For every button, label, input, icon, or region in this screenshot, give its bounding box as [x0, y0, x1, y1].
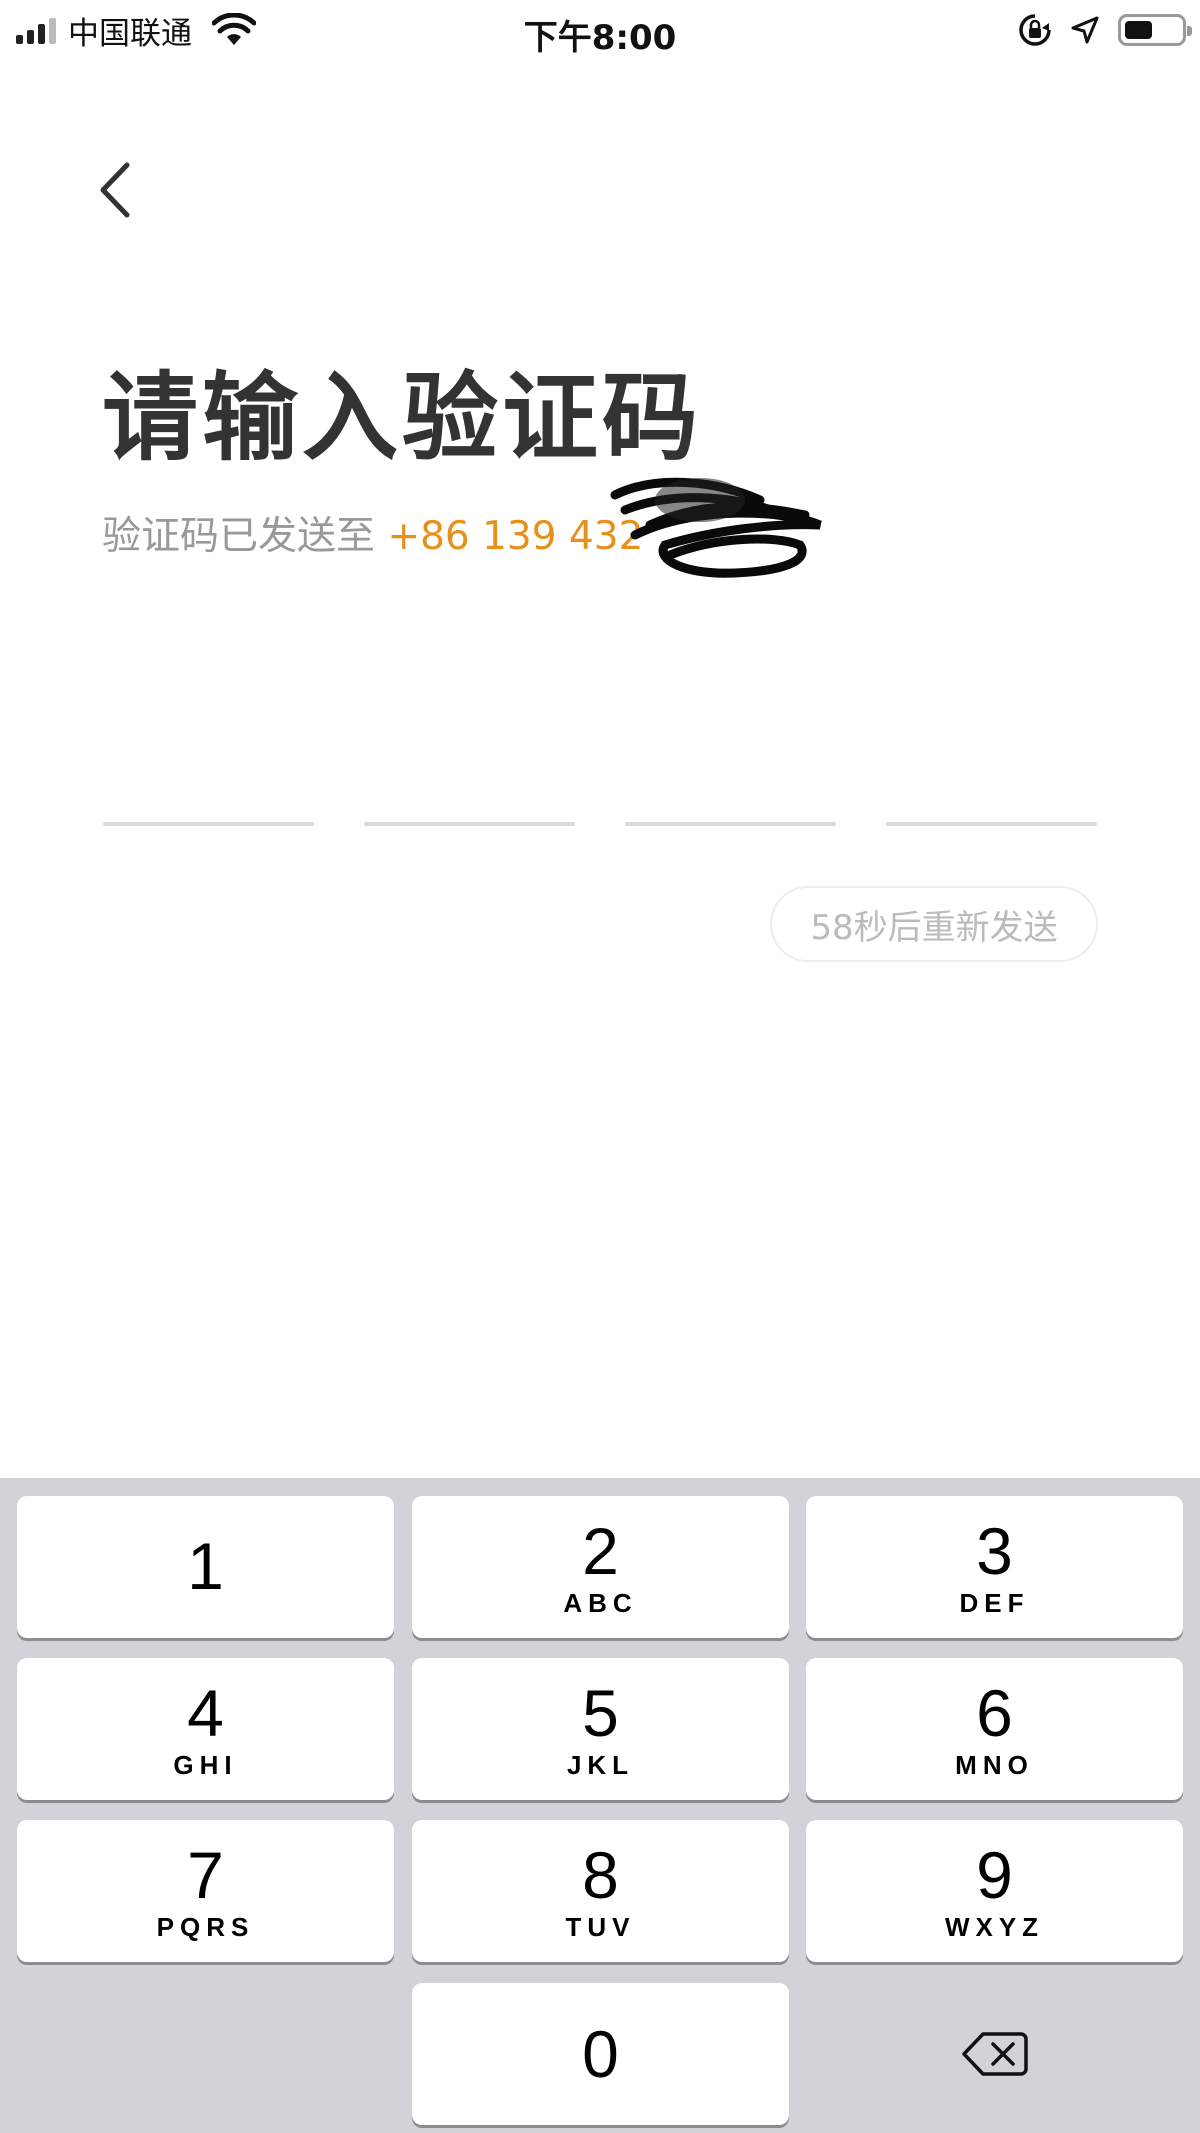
key-digit: 1	[187, 1529, 224, 1603]
back-button[interactable]	[90, 155, 140, 225]
key-digit: 5	[582, 1675, 619, 1750]
code-digit-3[interactable]	[625, 822, 836, 826]
key-digit: 7	[187, 1837, 224, 1912]
key-letters: JKL	[566, 1749, 635, 1780]
key-letters: ABC	[563, 1587, 638, 1618]
code-digit-2[interactable]	[364, 822, 575, 826]
key-letters: MNO	[955, 1749, 1034, 1780]
status-right	[1018, 12, 1192, 48]
key-0[interactable]: 0	[412, 1983, 789, 2125]
location-icon	[1071, 16, 1099, 44]
delete-key[interactable]	[806, 1983, 1183, 2125]
key-letters: GHI	[173, 1749, 238, 1780]
key-digit: 2	[582, 1513, 619, 1588]
key-6[interactable]: 6 MNO	[806, 1658, 1183, 1800]
key-digit: 9	[976, 1837, 1013, 1912]
key-8[interactable]: 8 TUV	[412, 1820, 789, 1962]
sent-to-label: 验证码已发送至	[102, 514, 376, 559]
redaction-scribble	[610, 477, 822, 578]
key-2[interactable]: 2 ABC	[412, 1496, 789, 1638]
key-digit: 0	[582, 2017, 619, 2091]
key-1[interactable]: 1	[17, 1496, 394, 1638]
key-digit: 3	[976, 1513, 1013, 1588]
key-digit: 4	[187, 1675, 224, 1750]
key-4[interactable]: 4 GHI	[17, 1658, 394, 1800]
battery-icon	[1118, 14, 1192, 46]
code-digit-4[interactable]	[886, 822, 1097, 826]
key-letters: PQRS	[156, 1911, 255, 1942]
chevron-left-icon	[100, 162, 130, 218]
battery-fill	[1125, 21, 1152, 39]
rotation-lock-icon	[1019, 14, 1051, 46]
key-digit: 6	[976, 1675, 1013, 1750]
key-3[interactable]: 3 DEF	[806, 1496, 1183, 1638]
key-9[interactable]: 9 WXYZ	[806, 1820, 1183, 1962]
key-letters: DEF	[959, 1587, 1030, 1618]
key-letters: TUV	[565, 1911, 636, 1942]
code-digit-1[interactable]	[103, 822, 314, 826]
key-7[interactable]: 7 PQRS	[17, 1820, 394, 1962]
key-letters: WXYZ	[944, 1911, 1045, 1942]
code-input-row	[103, 822, 1097, 826]
resend-button[interactable]: 58秒后重新发送	[770, 886, 1098, 962]
sent-to-text: 验证码已发送至 +86 139 432	[102, 505, 643, 561]
key-5[interactable]: 5 JKL	[412, 1658, 789, 1800]
backspace-icon	[961, 2032, 1028, 2076]
status-bar: 中国联通 下午8:00	[0, 0, 1200, 60]
page-title: 请输入验证码	[102, 362, 702, 474]
key-digit: 8	[582, 1837, 619, 1912]
